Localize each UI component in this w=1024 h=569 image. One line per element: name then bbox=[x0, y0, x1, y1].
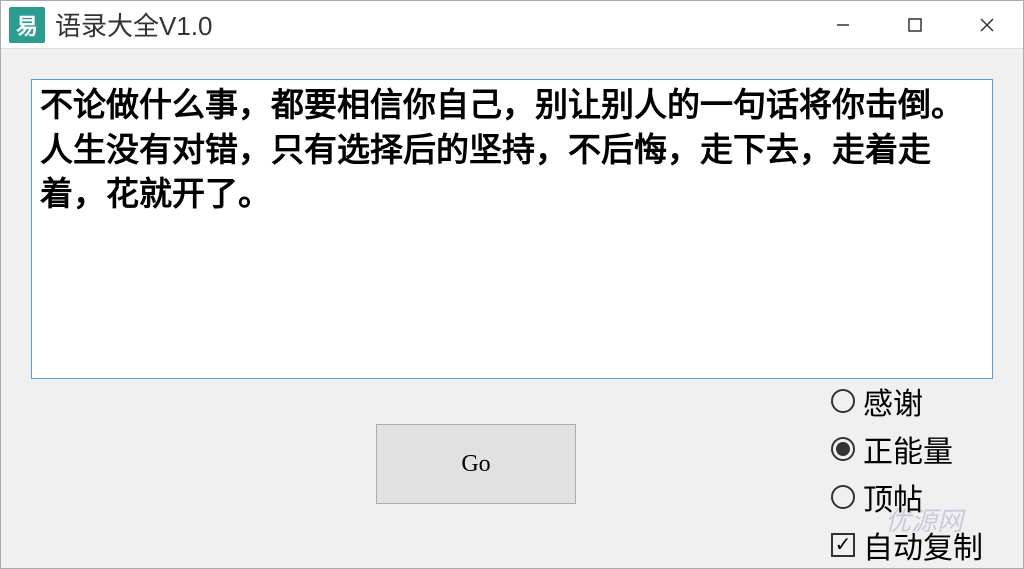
radio-thanks[interactable]: 感谢 bbox=[831, 379, 983, 423]
checkbox-label: 自动复制 bbox=[863, 523, 983, 567]
radio-label: 感谢 bbox=[863, 379, 923, 423]
go-button[interactable]: Go bbox=[376, 424, 576, 504]
bottom-area: Go 感谢 正能量 顶帖 ✓ 自动复制 优源网 bbox=[31, 379, 993, 558]
maximize-button[interactable] bbox=[879, 1, 951, 48]
window-controls bbox=[807, 1, 1023, 48]
minimize-icon bbox=[835, 17, 851, 33]
maximize-icon bbox=[908, 18, 922, 32]
close-button[interactable] bbox=[951, 1, 1023, 48]
radio-positive[interactable]: 正能量 bbox=[831, 427, 983, 471]
app-icon: 易 bbox=[9, 7, 45, 43]
radio-label: 顶帖 bbox=[863, 475, 923, 519]
minimize-button[interactable] bbox=[807, 1, 879, 48]
radio-icon bbox=[831, 389, 855, 413]
close-icon bbox=[979, 17, 995, 33]
content-area: Go 感谢 正能量 顶帖 ✓ 自动复制 优源网 bbox=[1, 49, 1023, 568]
radio-icon bbox=[831, 485, 855, 509]
window-title: 语录大全V1.0 bbox=[55, 6, 807, 43]
radio-bump[interactable]: 顶帖 bbox=[831, 475, 983, 519]
quote-textarea[interactable] bbox=[31, 79, 993, 379]
checkbox-autocopy[interactable]: ✓ 自动复制 bbox=[831, 523, 983, 567]
checkbox-icon: ✓ bbox=[831, 533, 855, 557]
radio-label: 正能量 bbox=[863, 427, 953, 471]
radio-icon bbox=[831, 437, 855, 461]
options-panel: 感谢 正能量 顶帖 ✓ 自动复制 bbox=[831, 379, 983, 567]
titlebar: 易 语录大全V1.0 bbox=[1, 1, 1023, 49]
app-window: 易 语录大全V1.0 Go 感谢 bbox=[0, 0, 1024, 569]
